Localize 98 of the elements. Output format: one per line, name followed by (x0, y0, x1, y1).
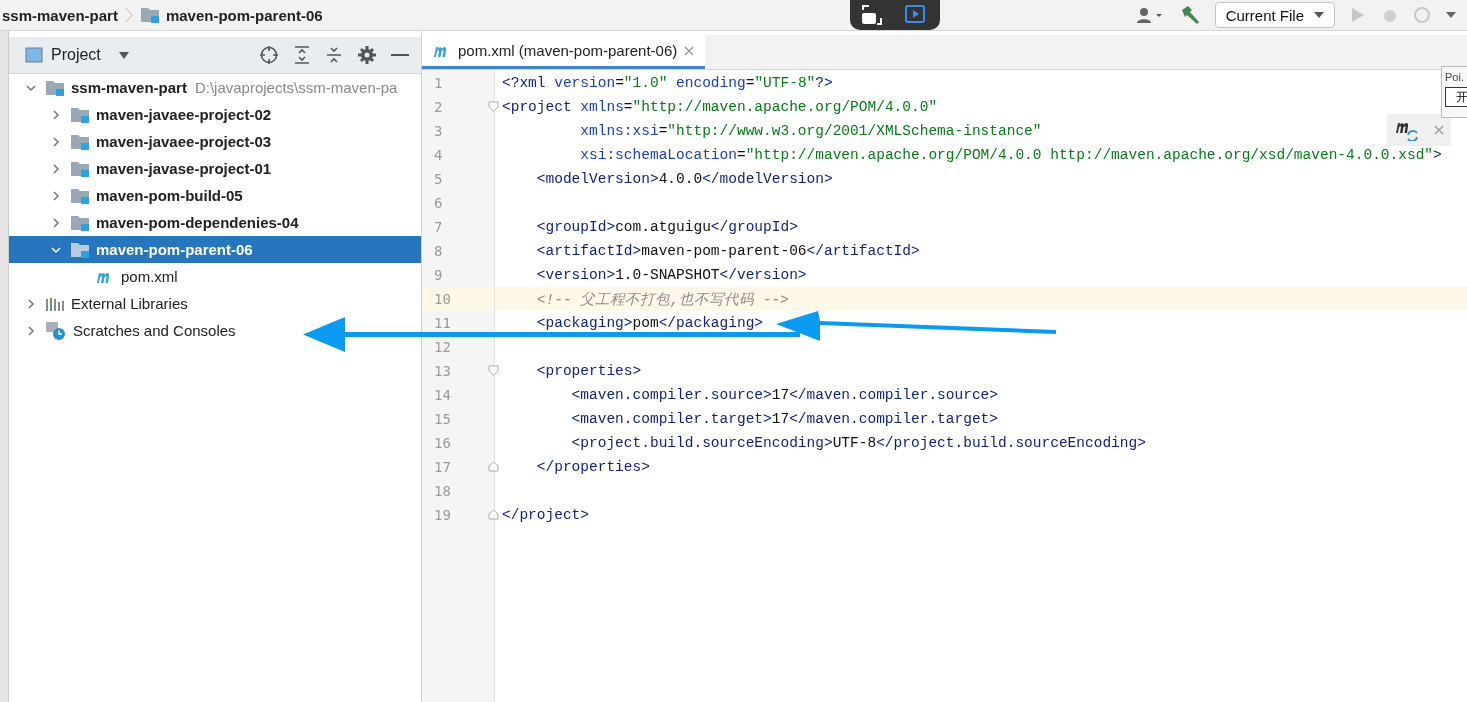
tree-row[interactable]: maven-pom-parent-06 (9, 236, 421, 263)
panel-window-icon (25, 47, 43, 63)
line-number: 19 (422, 503, 494, 527)
close-icon[interactable] (683, 44, 696, 57)
line-number: 15 (433, 410, 452, 429)
module-folder-icon (139, 6, 160, 24)
module-folder-icon (70, 159, 90, 178)
breadcrumb[interactable]: ssm-maven-part (2, 6, 118, 24)
tree-item-label: External Libraries (71, 295, 188, 312)
tree-item-label: maven-javaee-project-02 (96, 106, 272, 123)
code-line: xmlns:xsi="http://www.w3.org/2001/XMLSchema-instance" (579, 123, 1042, 139)
tree-row[interactable]: maven-javaee-project-02 (9, 101, 421, 128)
breadcrumb[interactable]: maven-pom-parent-06 (165, 6, 323, 24)
tree-row[interactable]: ssm-maven-part D:\javaprojects\ssm-maven-pa (9, 74, 421, 101)
code-line: <project xmlns="http://maven.apache.org/POM/4.0.0" (502, 99, 938, 115)
line-number: 18 (433, 482, 452, 501)
line-number: 7 (433, 218, 444, 237)
tree-row[interactable]: maven-javase-project-01 (9, 155, 421, 182)
expand-chevron-icon[interactable] (50, 135, 62, 148)
locate-icon[interactable] (259, 45, 279, 65)
expand-chevron-icon[interactable] (50, 189, 62, 202)
code-line: <project.build.sourceEncoding>UTF-8</project.build.sourceEncoding> (570, 435, 1146, 451)
expand-all-icon[interactable] (293, 45, 311, 65)
code-line: <?xml version="1.0" encoding="UTF-8"?> (502, 75, 833, 91)
line-number: 16 (433, 434, 452, 453)
tree-item-label: maven-javase-project-01 (96, 160, 272, 177)
line-number: 9 (433, 266, 444, 285)
tree-item-label: Scratches and Consoles (73, 322, 236, 339)
line-number: 12 (433, 338, 452, 357)
expand-chevron-icon[interactable] (50, 108, 62, 121)
code-line: xsi:schemaLocation="http://maven.apache.org/POM/4.0.0 http://maven.apache.org/xsd/maven-4.0.0.xsd"> (579, 147, 1442, 163)
run-configuration-dropdown[interactable]: Current File (1214, 2, 1335, 28)
line-number: 10 (422, 287, 494, 311)
expand-chevron-icon[interactable] (50, 216, 62, 229)
line-number: 14 (433, 386, 452, 405)
module-folder-icon (70, 213, 90, 232)
line-number: 5 (433, 170, 444, 189)
module-folder-icon (70, 105, 90, 124)
project-view-dropdown[interactable]: Project (25, 46, 129, 64)
minimize-icon[interactable] (391, 53, 409, 57)
line-number: 13 (422, 359, 494, 383)
module-folder-icon (70, 132, 90, 151)
tree-item-label: maven-pom-build-05 (96, 187, 243, 204)
fold-marker-icon[interactable] (488, 101, 499, 112)
collapse-all-icon[interactable] (325, 45, 343, 65)
project-path: D:\javaprojects\ssm-maven-pa (194, 79, 398, 96)
tree-row[interactable]: maven-javaee-project-03 (9, 128, 421, 155)
line-number: 6 (433, 194, 444, 213)
tree-item-label: maven-javaee-project-03 (96, 133, 272, 150)
settings-icon[interactable] (357, 45, 377, 65)
code-line: <groupId>com.atguigu</groupId> (535, 219, 798, 235)
code-line: <modelVersion>4.0.0</modelVersion> (535, 171, 833, 187)
scratch-clock-icon (45, 320, 67, 341)
line-number: 2 (422, 95, 494, 119)
popup-button[interactable]: 开 (1445, 87, 1467, 107)
fold-marker-icon[interactable] (488, 461, 499, 472)
caret-icon[interactable] (1445, 11, 1457, 19)
line-number: 17 (422, 455, 494, 479)
tree-item-label: ssm-maven-part (71, 79, 187, 96)
code-line: <properties> (535, 363, 642, 379)
line-number: 3 (433, 122, 444, 141)
code-line: <artifactId>maven-pom-parent-06</artifactId> (535, 243, 920, 259)
line-number: 8 (433, 242, 444, 261)
tree-row[interactable]: maven-pom-dependenies-04 (9, 209, 421, 236)
fold-marker-icon[interactable] (488, 509, 499, 520)
expand-chevron-icon[interactable] (25, 297, 37, 310)
caret-icon (118, 51, 129, 59)
module-folder-icon (70, 240, 90, 259)
tree-item-label: pom.xml (121, 268, 178, 285)
editor-tab[interactable]: pom.xml (maven-pom-parent-06) (422, 35, 706, 69)
module-folder-icon (45, 78, 65, 97)
module-folder-icon (70, 186, 90, 205)
library-bars-icon (45, 295, 65, 312)
fold-marker-icon[interactable] (488, 365, 499, 376)
user-dropdown-icon[interactable] (1134, 6, 1165, 24)
close-icon[interactable] (1432, 124, 1445, 136)
code-line: <maven.compiler.source>17</maven.compiler.source> (570, 387, 998, 403)
line-number: 11 (433, 314, 452, 333)
code-line: <!-- 父工程不打包,也不写代码 --> (535, 290, 789, 309)
line-number: 1 (433, 74, 444, 93)
tree-row[interactable]: pom.xml (9, 263, 421, 290)
caret-icon (1314, 11, 1324, 19)
code-line: <packaging>pom</packaging> (535, 315, 764, 331)
code-line: <version>1.0-SNAPSHOT</version> (535, 267, 807, 283)
popup-title: Poi. (1445, 71, 1465, 83)
tree-item-label: maven-pom-dependenies-04 (96, 214, 299, 231)
code-line: </project> (502, 507, 589, 523)
tree-row[interactable]: External Libraries (9, 290, 421, 317)
tree-row[interactable]: maven-pom-build-05 (9, 182, 421, 209)
breadcrumb-separator-icon (123, 6, 134, 24)
expand-chevron-icon[interactable] (50, 162, 62, 175)
tab-label: pom.xml (maven-pom-parent-06) (458, 42, 678, 59)
line-number: 4 (433, 146, 444, 165)
tree-item-label: maven-pom-parent-06 (96, 241, 253, 258)
code-line: </properties> (535, 459, 650, 475)
code-line: <maven.compiler.target>17</maven.compiler.target> (570, 411, 998, 427)
tree-row[interactable]: Scratches and Consoles (9, 317, 421, 344)
expand-chevron-icon[interactable] (25, 324, 37, 337)
